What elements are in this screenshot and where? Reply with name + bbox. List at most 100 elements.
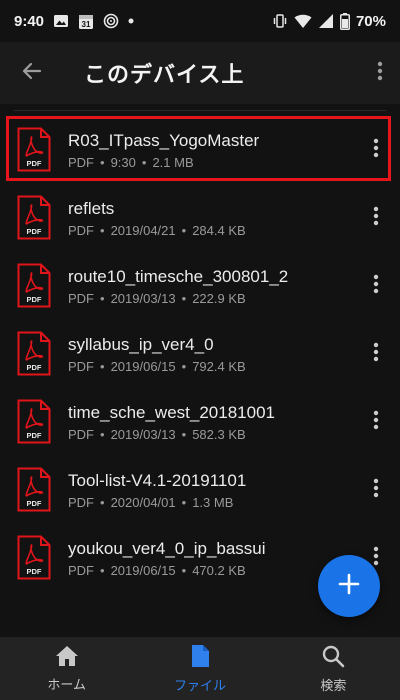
file-size: 582.3 KB xyxy=(192,426,246,442)
arrow-left-icon xyxy=(20,59,44,87)
nav-search[interactable]: 検索 xyxy=(267,637,400,700)
file-type: PDF xyxy=(68,494,94,510)
nav-home-label: ホーム xyxy=(47,677,86,693)
more-vert-icon xyxy=(373,274,379,298)
file-text: youkou_ver4_0_ip_bassui PDF • 2019/06/15 • 47… xyxy=(68,538,266,578)
nav-search-label: 検索 xyxy=(320,678,347,694)
file-more-button[interactable] xyxy=(364,270,388,302)
file-meta: PDF • 2019/04/21 • 284.4 KB xyxy=(68,223,246,238)
file-date: 2020/04/01 xyxy=(110,494,176,510)
file-type: PDF xyxy=(68,426,94,442)
file-name: youkou_ver4_0_ip_bassui xyxy=(68,538,266,558)
status-right: 70% xyxy=(272,12,386,30)
file-meta: PDF • 2019/03/13 • 582.3 KB xyxy=(68,427,275,442)
more-vert-icon xyxy=(373,478,379,502)
nav-home[interactable]: ホーム xyxy=(0,637,133,700)
file-name: syllabus_ip_ver4_0 xyxy=(68,334,214,354)
file-text: reflets PDF • 2019/04/21 • 284.4 KB xyxy=(68,198,246,238)
file-meta: PDF • 2020/04/01 • 1.3 MB xyxy=(68,495,246,510)
svg-text:PDF: PDF xyxy=(27,295,42,304)
status-bar: 9:40 31 70% xyxy=(0,0,400,42)
nav-files[interactable]: ファイル xyxy=(133,637,266,700)
pdf-file-icon: PDF xyxy=(17,467,51,512)
pdf-file-icon: PDF xyxy=(17,195,51,240)
wifi-icon xyxy=(294,13,312,29)
file-text: syllabus_ip_ver4_0 PDF • 2019/06/15 • 792.4 K… xyxy=(68,334,246,374)
status-time: 9:40 xyxy=(14,12,45,30)
file-text: R03_ITpass_YogoMaster PDF • 9:30 • 2.1 MB xyxy=(68,130,259,170)
svg-text:PDF: PDF xyxy=(27,227,42,236)
meta-separator: • xyxy=(181,358,187,374)
meta-separator: • xyxy=(181,562,187,578)
more-vert-icon xyxy=(373,342,379,366)
pdf-file-icon: PDF xyxy=(17,535,51,580)
svg-text:PDF: PDF xyxy=(27,363,42,372)
meta-separator: • xyxy=(181,290,187,306)
more-vert-icon xyxy=(377,61,383,85)
meta-separator: • xyxy=(181,426,187,442)
search-icon xyxy=(321,644,345,672)
file-size: 2.1 MB xyxy=(152,154,194,170)
file-date: 9:30 xyxy=(110,154,136,170)
back-button[interactable] xyxy=(0,42,64,104)
file-row[interactable]: PDF reflets PDF • 2019/04/21 • 284.4 KB xyxy=(0,184,400,251)
file-row[interactable]: PDF Tool-list-V4.1-20191101 PDF • 2020/04/01… xyxy=(0,456,400,523)
file-size: 470.2 KB xyxy=(192,562,246,578)
file-type: PDF xyxy=(68,562,94,578)
meta-separator: • xyxy=(100,358,105,374)
page-title: このデバイス上 xyxy=(84,63,245,88)
battery-icon xyxy=(339,12,350,30)
header-more-button[interactable] xyxy=(360,42,400,104)
add-fab-button[interactable] xyxy=(318,555,380,617)
file-date: 2019/06/15 xyxy=(110,562,176,578)
file-row[interactable]: PDF syllabus_ip_ver4_0 PDF • 2019/06/15 • 792.… xyxy=(0,320,400,387)
more-vert-icon xyxy=(373,546,379,570)
file-date: 2019/03/13 xyxy=(110,426,176,442)
file-type: PDF xyxy=(68,222,94,238)
pdf-file-icon: PDF xyxy=(17,263,51,308)
file-row[interactable]: PDF route10_timesche_300801_2 PDF • 2019/03/… xyxy=(0,252,400,319)
file-row[interactable]: PDF time_sche_west_20181001 PDF • 2019/03/13… xyxy=(0,388,400,455)
meta-separator: • xyxy=(100,426,105,442)
calendar-notification-icon: 31 xyxy=(78,13,94,30)
pdf-file-icon: PDF xyxy=(17,331,51,376)
image-notification-icon xyxy=(53,13,69,29)
more-vert-icon xyxy=(373,206,379,230)
app-bar: このデバイス上 xyxy=(0,42,400,104)
file-date: 2019/04/21 xyxy=(110,222,176,238)
file-more-button[interactable] xyxy=(364,202,388,234)
meta-separator: • xyxy=(100,222,105,238)
bottom-navigation: ホーム ファイル 検索 xyxy=(0,637,400,700)
pdf-file-icon: PDF xyxy=(17,127,51,172)
file-size: 1.3 MB xyxy=(192,494,234,510)
file-row[interactable]: PDF R03_ITpass_YogoMaster PDF • 9:30 • 2.1 MB xyxy=(0,116,400,183)
file-more-button[interactable] xyxy=(364,406,388,438)
meta-separator: • xyxy=(100,562,105,578)
status-left: 9:40 31 xyxy=(14,13,134,30)
meta-separator: • xyxy=(181,222,187,238)
more-vert-icon xyxy=(373,410,379,434)
file-size: 792.4 KB xyxy=(192,358,246,374)
nav-files-label: ファイル xyxy=(173,678,226,694)
file-type: PDF xyxy=(68,358,94,374)
more-notifications-dot-icon xyxy=(128,18,134,24)
file-more-button[interactable] xyxy=(364,134,388,166)
svg-text:PDF: PDF xyxy=(27,159,42,168)
meta-separator: • xyxy=(181,494,187,510)
svg-text:PDF: PDF xyxy=(27,499,42,508)
file-text: Tool-list-V4.1-20191101 PDF • 2020/04/01 • 1.… xyxy=(68,470,246,510)
meta-separator: • xyxy=(100,494,105,510)
calendar-day-text: 31 xyxy=(82,20,91,29)
home-icon xyxy=(55,645,79,671)
file-date: 2019/03/13 xyxy=(110,290,176,306)
file-text: route10_timesche_300801_2 PDF • 2019/03/13 •… xyxy=(68,266,288,306)
file-more-button[interactable] xyxy=(364,474,388,506)
file-text: time_sche_west_20181001 PDF • 2019/03/13 • 58… xyxy=(68,402,275,442)
meta-separator: • xyxy=(141,154,147,170)
meta-separator: • xyxy=(100,290,105,306)
file-type: PDF xyxy=(68,154,94,170)
file-more-button[interactable] xyxy=(364,338,388,370)
file-name: time_sche_west_20181001 xyxy=(68,402,275,422)
file-meta: PDF • 2019/03/13 • 222.9 KB xyxy=(68,291,288,306)
nfc-notification-icon xyxy=(103,13,119,29)
